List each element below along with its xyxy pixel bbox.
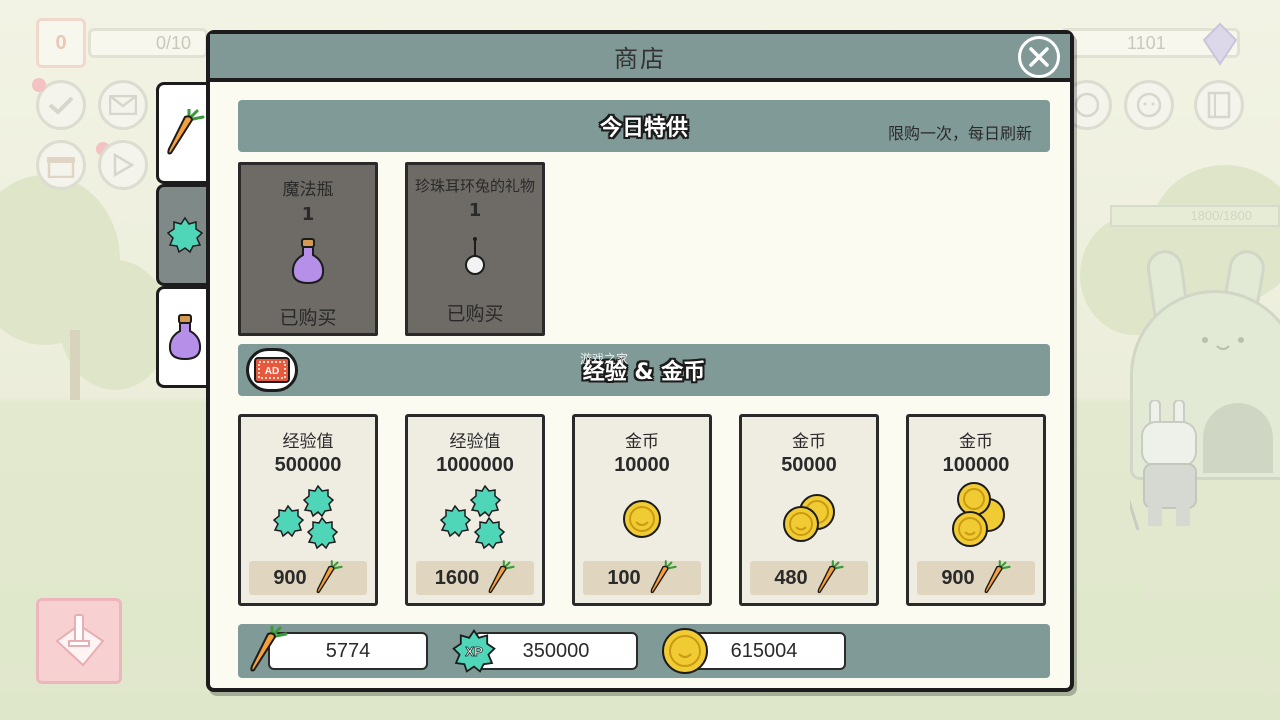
svg-text:XP: XP <box>465 644 483 659</box>
bought-status: 已购买 <box>446 303 504 325</box>
price-tag: 1600 <box>416 560 534 595</box>
item-amount: 1000000 <box>436 454 514 476</box>
gift-icon <box>47 157 75 178</box>
mail-button[interactable] <box>98 80 148 130</box>
background-trunk <box>70 330 80 400</box>
coin-pile-icon <box>952 482 1005 547</box>
carrot-icon <box>488 560 515 594</box>
coin-icon <box>623 500 661 538</box>
item-name: 金币 <box>959 432 993 452</box>
xp-bundle-icon <box>439 484 506 550</box>
pearl-earring-icon <box>465 237 485 275</box>
item-name: 经验值 <box>282 432 334 452</box>
carrot-icon <box>250 626 288 672</box>
item-price: 1600 <box>434 566 480 589</box>
mail-icon <box>109 95 137 115</box>
shop-tab-xp[interactable] <box>156 184 210 286</box>
shop-modal: 商店 今日特供 限购一次，每日刷新 魔法瓶 1 已购买 珍珠耳环兔的礼物 1 已… <box>206 30 1074 692</box>
daily-item-card[interactable]: 珍珠耳环兔的礼物 1 已购买 <box>405 162 545 336</box>
ad-icon: AD <box>254 357 290 383</box>
xp-balance: 350000 <box>474 632 638 670</box>
shop-item-card[interactable]: 经验值 500000 900 <box>238 414 378 606</box>
price-tag: 480 <box>750 560 868 595</box>
knight-bunny-character <box>1130 400 1197 530</box>
xp-icon: XP <box>452 628 496 673</box>
currency-bar: 5774 350000 XP 615004 <box>238 624 1050 678</box>
item-amount: 500000 <box>274 454 342 476</box>
item-amount: 50000 <box>781 454 837 476</box>
shop-item-card[interactable]: 金币 50000 480 <box>739 414 879 606</box>
carrot-icon <box>650 560 677 594</box>
shop-item-card[interactable]: 金币 100000 900 <box>906 414 1046 606</box>
item-price: 480 <box>774 566 808 589</box>
book-button[interactable] <box>1194 80 1244 130</box>
watermark: 游戏之家 <box>580 352 629 366</box>
item-amount: 100000 <box>942 454 1010 476</box>
daily-special-note: 限购一次，每日刷新 <box>887 124 1032 143</box>
shop-tab-carrots[interactable] <box>156 82 210 184</box>
sword-scroll-icon <box>55 614 105 667</box>
item-quantity: 1 <box>301 204 315 225</box>
player-level: 0 <box>36 18 86 68</box>
shop-item-card[interactable]: 金币 10000 100 <box>572 414 712 606</box>
daily-item-card[interactable]: 魔法瓶 1 已购买 <box>238 162 378 336</box>
item-price: 900 <box>273 566 307 589</box>
video-button[interactable] <box>98 140 148 190</box>
shop-title: 商店 <box>614 44 666 73</box>
potion-icon <box>168 314 201 361</box>
bought-status: 已购买 <box>279 307 337 329</box>
item-quantity: 1 <box>468 200 482 221</box>
shop-header: 商店 <box>210 34 1070 82</box>
carrot-icon <box>984 560 1011 594</box>
item-name: 珍珠耳环兔的礼物 <box>414 177 535 195</box>
close-icon <box>1029 47 1049 67</box>
item-name: 金币 <box>792 432 826 452</box>
item-name: 金币 <box>625 432 659 452</box>
enemy-hp-bar: 1800/1800 <box>1110 205 1280 227</box>
daily-special-title: 今日特供 <box>599 116 688 141</box>
potion-icon <box>291 238 325 285</box>
daily-special-header: 今日特供 限购一次，每日刷新 <box>238 100 1050 152</box>
exp-gold-header: AD 经验 & 金币 <box>238 344 1050 396</box>
shop-item-card[interactable]: 经验值 1000000 1600 <box>405 414 545 606</box>
cabbage-icon <box>1074 92 1100 118</box>
face-icon <box>1136 92 1162 118</box>
carrot-icon <box>166 109 204 155</box>
close-button[interactable] <box>1018 36 1060 78</box>
notification-dot <box>32 78 46 92</box>
carrot-icon <box>817 560 844 594</box>
coin-icon <box>662 628 708 674</box>
carrot-icon <box>316 560 343 594</box>
item-price: 100 <box>607 566 641 589</box>
play-icon <box>113 153 134 177</box>
shop-tab-potions[interactable] <box>156 286 210 388</box>
coin-stack-icon <box>783 494 835 542</box>
item-price: 900 <box>941 566 975 589</box>
carrot-balance: 5774 <box>268 632 428 670</box>
gift-button[interactable] <box>36 140 86 190</box>
xp-bundle-icon <box>272 484 339 550</box>
checkmark-icon <box>48 96 74 115</box>
price-tag: 900 <box>917 560 1035 595</box>
item-name: 经验值 <box>449 432 501 452</box>
price-tag: 900 <box>249 560 367 595</box>
watch-ad-button[interactable]: AD <box>246 348 298 392</box>
book-icon <box>1207 91 1231 119</box>
item-name: 魔法瓶 <box>282 180 334 200</box>
item-amount: 10000 <box>614 454 670 476</box>
xp-icon <box>166 216 203 254</box>
exp-progress: 0/10 <box>88 28 208 58</box>
attack-button[interactable] <box>36 598 122 684</box>
character-button[interactable] <box>1124 80 1174 130</box>
price-tag: 100 <box>583 560 701 595</box>
svg-text:AD: AD <box>265 366 279 377</box>
gem-icon <box>1202 22 1238 66</box>
